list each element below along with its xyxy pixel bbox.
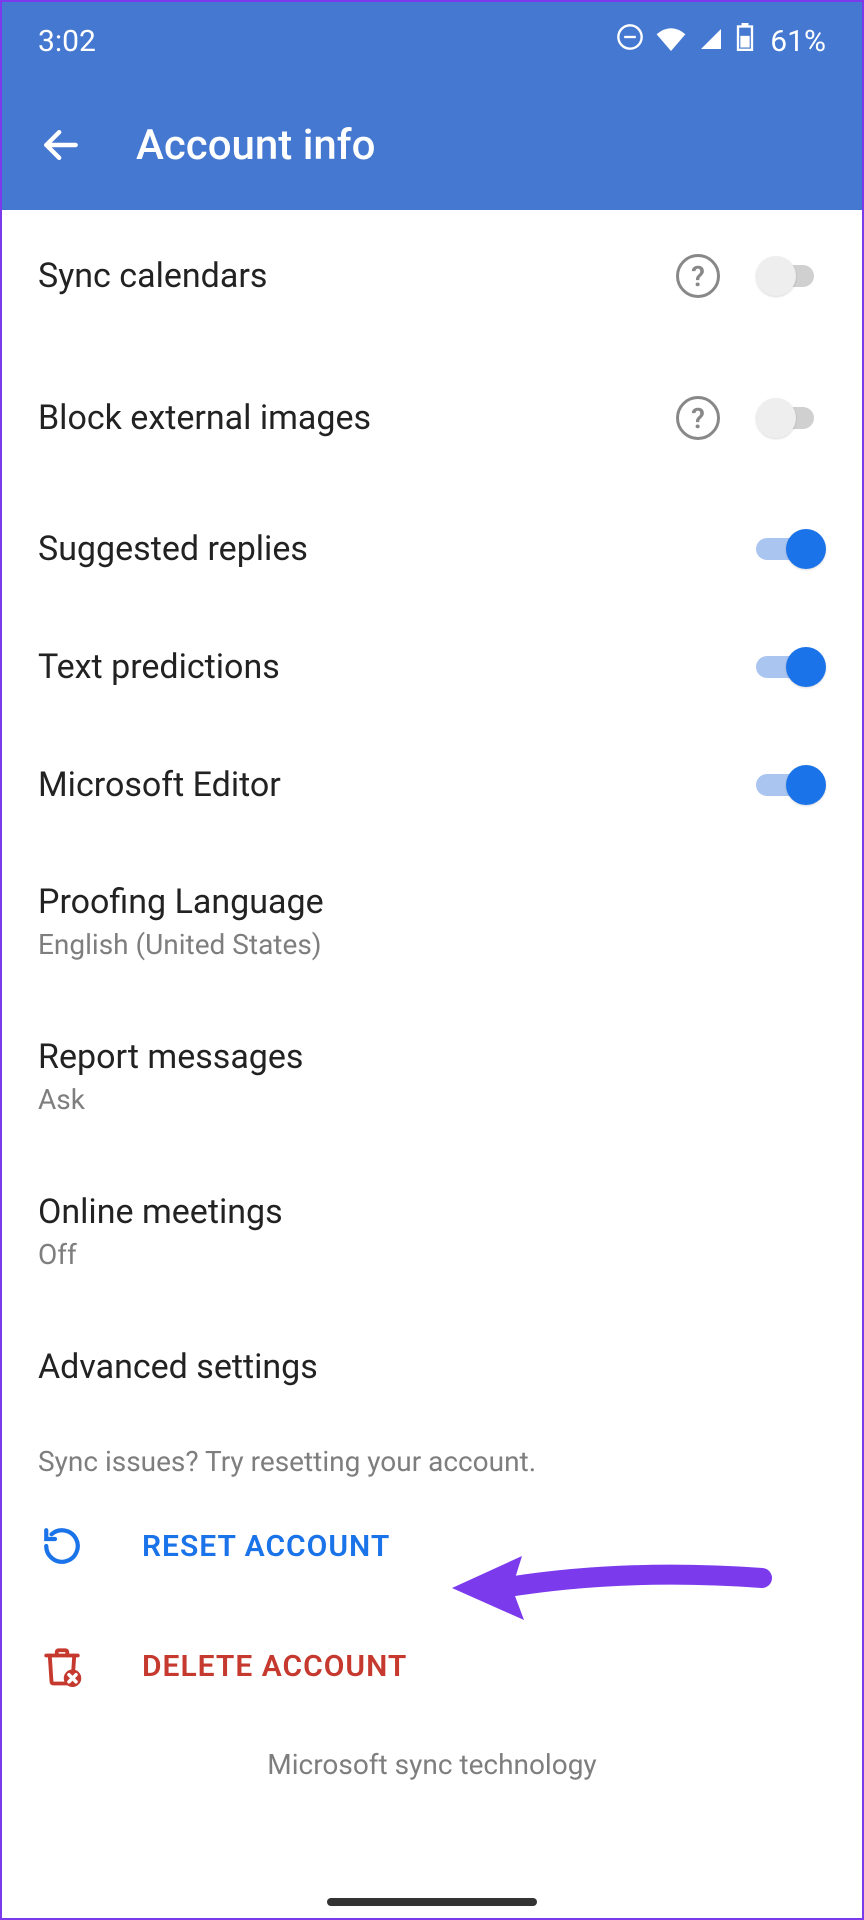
setting-advanced-settings[interactable]: Advanced settings: [38, 1309, 826, 1425]
setting-label: Suggested replies: [38, 529, 308, 569]
setting-label: Text predictions: [38, 647, 280, 687]
setting-online-meetings[interactable]: Online meetings Off: [38, 1154, 826, 1309]
setting-report-messages[interactable]: Report messages Ask: [38, 999, 826, 1154]
toggle-text-predictions[interactable]: [756, 646, 826, 688]
setting-value: Off: [38, 1238, 283, 1271]
battery-percent: 61%: [770, 24, 826, 59]
setting-label: Report messages: [38, 1037, 303, 1077]
setting-value: Ask: [38, 1083, 303, 1116]
page-title: Account info: [136, 121, 375, 170]
settings-list: Sync calendars ? Block external images ?…: [2, 210, 862, 1918]
battery-icon: [736, 23, 754, 59]
setting-label: Block external images: [38, 398, 371, 438]
delete-account-label: DELETE ACCOUNT: [142, 1649, 407, 1684]
setting-label: Sync calendars: [38, 256, 267, 296]
setting-block-external-images[interactable]: Block external images ?: [38, 336, 826, 478]
setting-label: Proofing Language: [38, 882, 324, 922]
delete-account-button[interactable]: DELETE ACCOUNT: [38, 1606, 826, 1726]
setting-text-predictions[interactable]: Text predictions: [38, 608, 826, 726]
reset-account-label: RESET ACCOUNT: [142, 1529, 390, 1564]
reset-account-button[interactable]: RESET ACCOUNT: [38, 1486, 826, 1606]
setting-sync-calendars[interactable]: Sync calendars ?: [38, 210, 826, 336]
app-bar: Account info: [2, 80, 862, 210]
footer-text: Microsoft sync technology: [38, 1726, 826, 1827]
status-time: 3:02: [38, 24, 96, 59]
setting-proofing-language[interactable]: Proofing Language English (United States…: [38, 844, 826, 999]
dnd-icon: [616, 23, 644, 59]
setting-label: Online meetings: [38, 1192, 283, 1232]
wifi-icon: [656, 24, 686, 59]
toggle-sync-calendars[interactable]: [756, 255, 826, 297]
back-button[interactable]: [34, 118, 88, 172]
toggle-microsoft-editor[interactable]: [756, 764, 826, 806]
reset-hint: Sync issues? Try resetting your account.: [38, 1425, 826, 1486]
toggle-suggested-replies[interactable]: [756, 528, 826, 570]
setting-label: Microsoft Editor: [38, 765, 281, 805]
setting-label: Advanced settings: [38, 1347, 318, 1387]
setting-value: English (United States): [38, 928, 324, 961]
status-bar: 3:02 61%: [2, 2, 862, 80]
setting-microsoft-editor[interactable]: Microsoft Editor: [38, 726, 826, 844]
cell-signal-icon: [698, 24, 724, 59]
reset-icon: [38, 1522, 86, 1570]
setting-suggested-replies[interactable]: Suggested replies: [38, 478, 826, 608]
nav-handle[interactable]: [327, 1898, 537, 1906]
help-icon[interactable]: ?: [676, 254, 720, 298]
help-icon[interactable]: ?: [676, 396, 720, 440]
trash-icon: [38, 1642, 86, 1690]
toggle-block-external-images[interactable]: [756, 397, 826, 439]
